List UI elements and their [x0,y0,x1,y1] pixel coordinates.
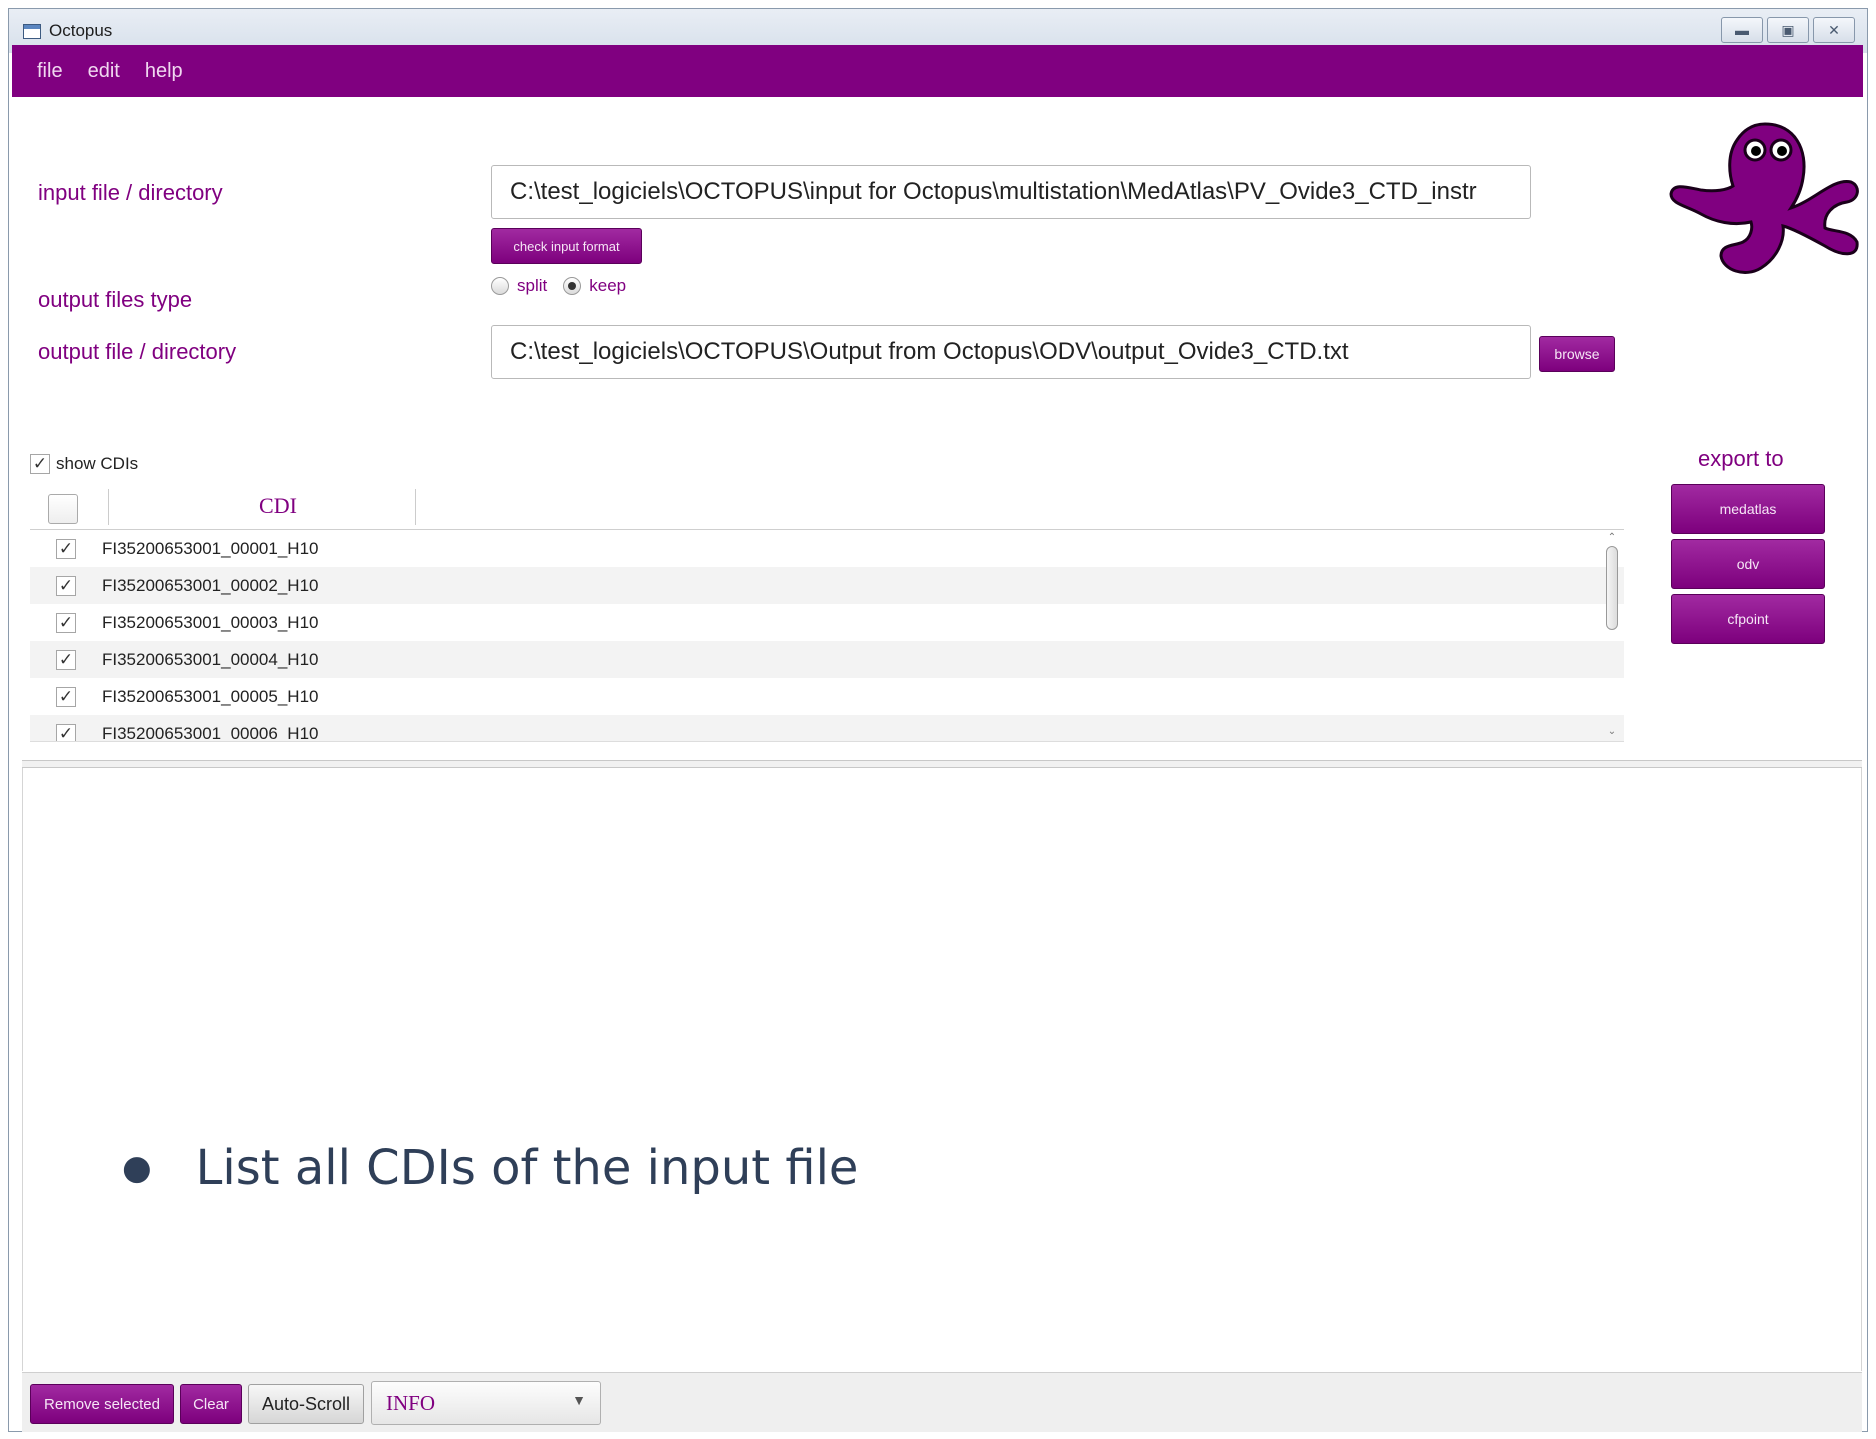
split-radio-label: split [517,276,548,295]
checkmark-icon: ✓ [58,686,74,706]
window-title: Octopus [49,21,113,40]
export-cfpoint-button[interactable]: cfpoint [1671,594,1825,644]
table-row[interactable]: ✓ FI35200653001_00002_H10 [30,567,1624,604]
input-file-label: input file / directory [38,180,223,205]
minimize-button[interactable]: ▬ [1721,17,1763,43]
keep-radio-label: keep [589,276,627,295]
split-pane-divider[interactable] [22,760,1862,768]
show-cdis-label: show CDIs [56,454,139,473]
table-row[interactable]: ✓ FI35200653001_00004_H10 [30,641,1624,678]
scroll-thumb[interactable] [1606,546,1618,630]
log-bullet: ● List all CDIs of the input file [122,1140,858,1196]
row-checkbox[interactable]: ✓ [56,612,76,633]
clear-button[interactable]: Clear [180,1384,242,1424]
output-type-radio-group: split keep [491,276,626,296]
show-cdis-checkbox[interactable]: ✓ [30,454,50,474]
menu-file[interactable]: file [37,60,63,83]
row-checkbox[interactable]: ✓ [56,649,76,670]
chevron-down-icon: ▼ [572,1394,586,1409]
show-cdis-toggle[interactable]: ✓ show CDIs [30,454,138,474]
check-input-format-button[interactable]: check input format [491,228,642,264]
checkmark-icon: ✓ [58,612,74,632]
output-files-type-label: output files type [38,287,193,312]
menu-help[interactable]: help [145,60,183,83]
octopus-logo [1669,122,1859,274]
window-app-icon [23,23,41,39]
select-all-checkbox[interactable] [48,494,78,524]
cdi-table: CDI ✓ FI35200653001_00001_H10 ✓ FI352006… [30,485,1624,742]
close-button[interactable]: ✕ [1813,17,1855,43]
keep-radio[interactable] [563,277,582,295]
log-bullet-text: List all CDIs of the input file [195,1140,859,1196]
log-level-select[interactable]: INFO ▼ [371,1381,601,1425]
maximize-button[interactable]: ▣ [1767,17,1809,43]
row-checkbox[interactable]: ✓ [56,538,76,559]
minimize-icon: ▬ [1735,22,1749,38]
row-checkbox[interactable]: ✓ [56,723,76,742]
table-row[interactable]: ✓ FI35200653001_00006_H10 [30,715,1624,742]
scroll-down-icon[interactable]: ⌄ [1604,726,1620,740]
remove-selected-button[interactable]: Remove selected [30,1384,174,1424]
export-to-label: export to [1698,446,1784,471]
log-level-value: INFO [386,1390,436,1415]
row-checkbox[interactable]: ✓ [56,686,76,707]
cdi-name: FI35200653001_00003_H10 [102,612,319,632]
browse-button[interactable]: browse [1539,336,1615,372]
log-area [22,768,1862,1371]
export-medatlas-button[interactable]: medatlas [1671,484,1825,534]
checkmark-icon: ✓ [58,575,74,595]
bullet-dot: ● [122,1148,152,1188]
split-radio[interactable] [491,277,509,295]
input-file-field[interactable] [491,165,1531,219]
table-row[interactable]: ✓ FI35200653001_00001_H10 [30,530,1624,567]
cdi-name: FI35200653001_00004_H10 [102,649,319,669]
checkmark-icon: ✓ [32,454,48,473]
maximize-icon: ▣ [1781,21,1795,38]
cdi-column-header: CDI [259,493,297,518]
cdi-table-scrollbar[interactable]: ⌃ ⌄ [1604,532,1620,740]
export-odv-button[interactable]: odv [1671,539,1825,589]
close-icon: ✕ [1828,21,1840,38]
checkmark-icon: ✓ [58,723,74,742]
cdi-name: FI35200653001_00002_H10 [102,575,319,595]
checkmark-icon: ✓ [58,538,74,558]
table-row[interactable]: ✓ FI35200653001_00003_H10 [30,604,1624,641]
checkmark-icon: ✓ [58,649,74,669]
menu-bar: file edit help [12,45,1863,97]
cdi-table-header: CDI [30,485,1624,530]
table-row[interactable]: ✓ FI35200653001_00005_H10 [30,678,1624,715]
menu-edit[interactable]: edit [88,60,120,83]
output-file-label: output file / directory [38,339,237,364]
scroll-up-icon[interactable]: ⌃ [1604,532,1620,546]
cdi-name: FI35200653001_00006_H10 [102,723,319,742]
auto-scroll-toggle[interactable]: Auto-Scroll [248,1384,364,1424]
row-checkbox[interactable]: ✓ [56,575,76,596]
cdi-name: FI35200653001_00001_H10 [102,538,319,558]
output-file-field[interactable] [491,325,1531,379]
cdi-name: FI35200653001_00005_H10 [102,686,319,706]
